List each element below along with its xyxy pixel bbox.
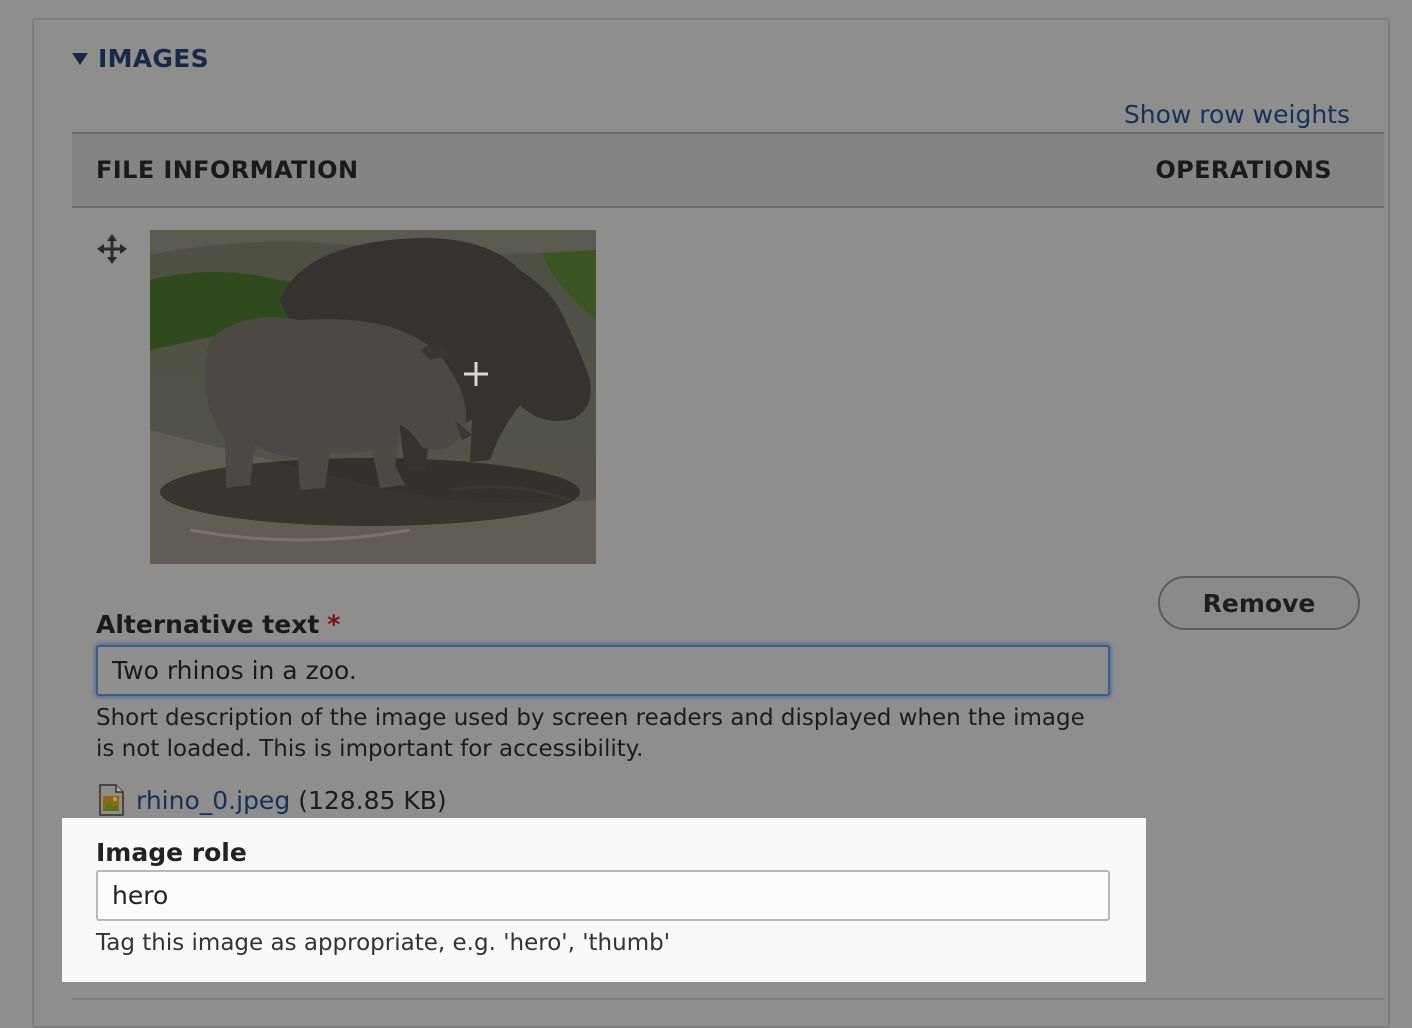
remove-button[interactable]: Remove [1158,576,1360,630]
image-thumbnail [150,230,596,564]
triangle-down-icon [72,52,88,65]
alt-text-input[interactable] [96,645,1110,696]
file-link[interactable]: rhino_0.jpeg [136,786,290,815]
required-marker: * [327,610,341,639]
column-header-operations: OPERATIONS [1155,156,1332,184]
show-row-weights-link[interactable]: Show row weights [1124,100,1350,129]
row-divider [72,998,1384,1000]
alt-text-label-text: Alternative text [96,610,320,639]
column-header-file-information: FILE INFORMATION [96,156,359,184]
alt-text-description: Short description of the image used by s… [96,705,1085,762]
image-file-icon [98,784,124,816]
alt-text-label: Alternative text * [96,610,340,639]
image-role-highlight: Image role Tag this image as appropriate… [62,818,1146,982]
file-size: (128.85 KB) [298,785,447,815]
image-role-description: Tag this image as appropriate, e.g. 'her… [96,930,671,956]
file-info-row: rhino_0.jpeg (128.85 KB) [98,784,447,816]
move-cross-icon[interactable] [97,234,127,264]
table-header: FILE INFORMATION OPERATIONS [72,132,1384,208]
images-fieldset-toggle[interactable]: IMAGES [72,44,209,73]
image-role-label: Image role [96,838,247,867]
fieldset-legend: IMAGES [98,44,209,73]
image-role-input[interactable] [96,870,1110,921]
